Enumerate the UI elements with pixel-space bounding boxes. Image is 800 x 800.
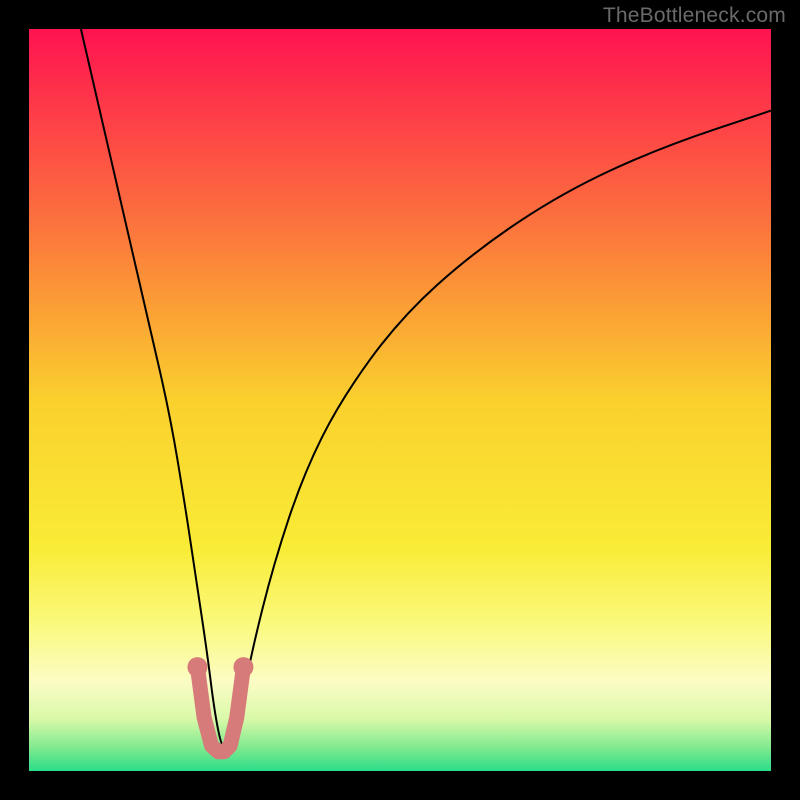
highlight-endpoint — [187, 657, 207, 677]
plot-area — [29, 29, 771, 771]
watermark: TheBottleneck.com — [603, 4, 786, 28]
chart-container: TheBottleneck.com — [0, 0, 800, 800]
highlight-endpoint — [233, 657, 253, 677]
gradient-background — [29, 29, 771, 771]
chart-svg — [29, 29, 771, 771]
